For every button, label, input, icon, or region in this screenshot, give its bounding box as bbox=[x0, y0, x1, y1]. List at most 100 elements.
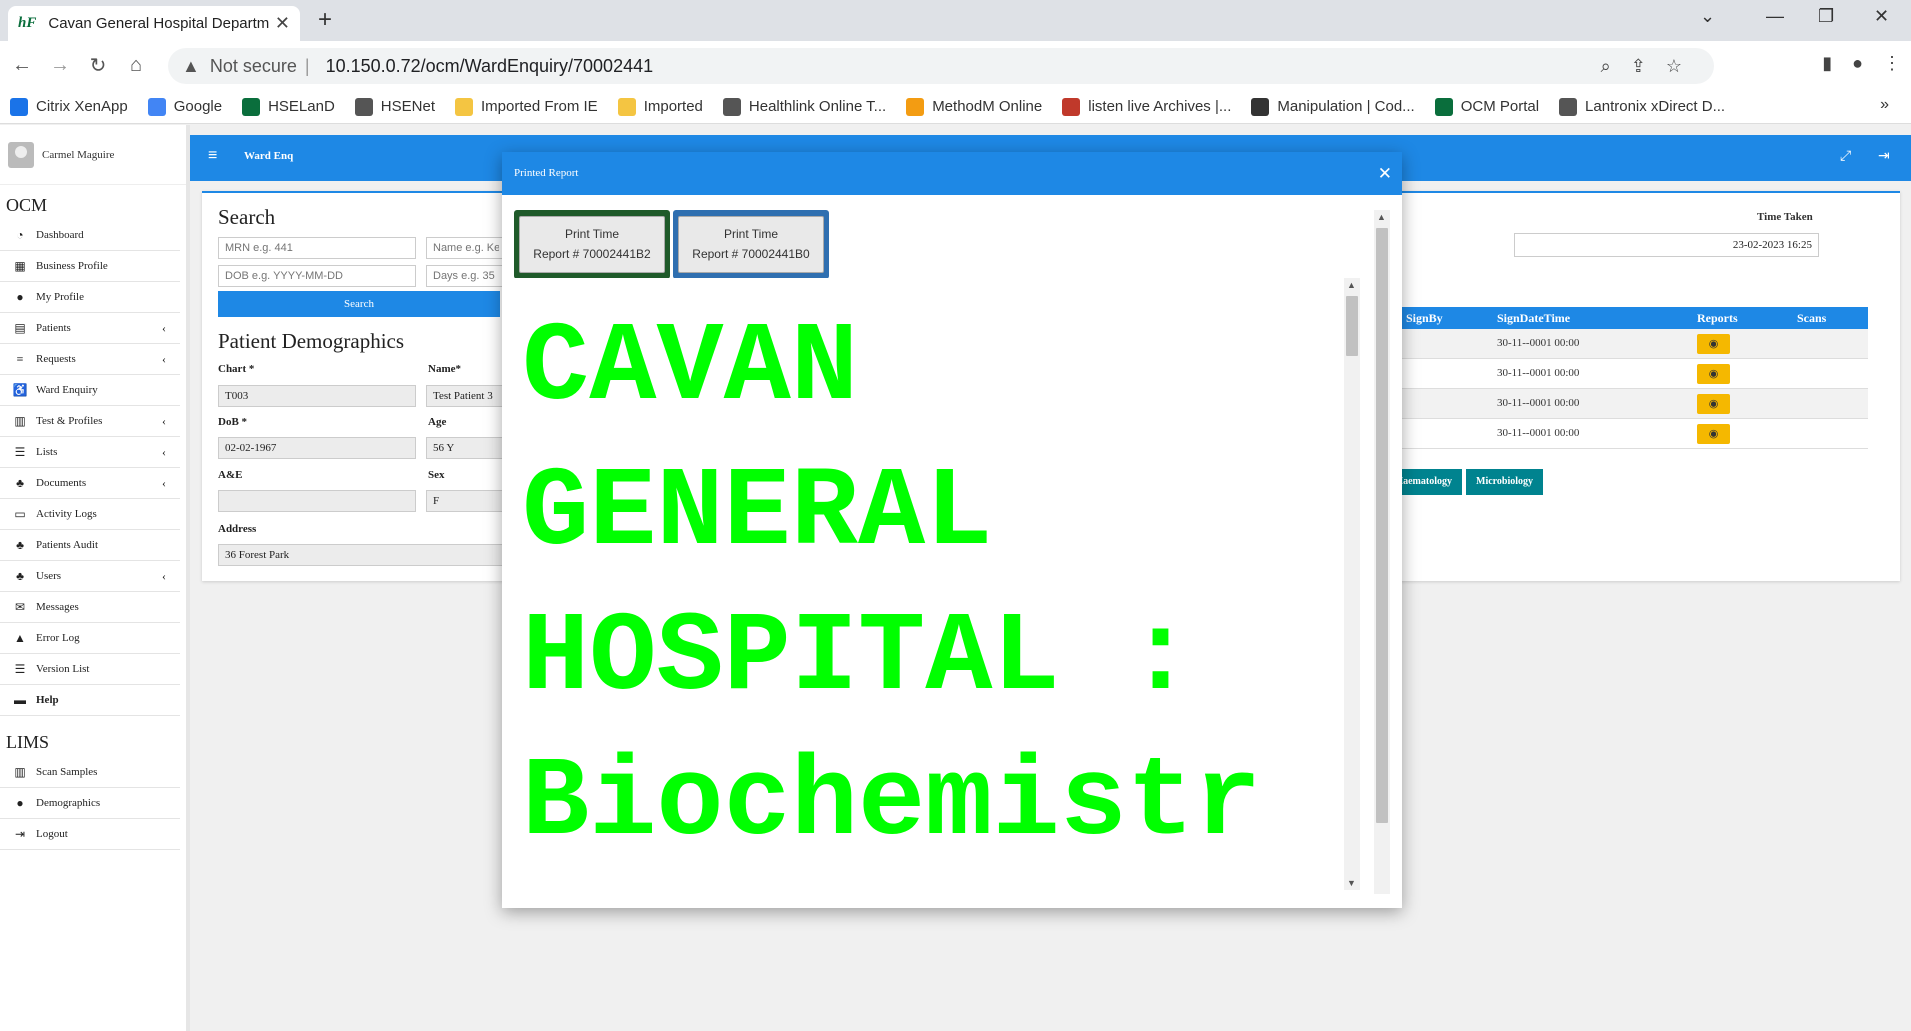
reload-icon[interactable]: ↻ bbox=[82, 53, 114, 78]
bookmark-star-icon[interactable]: ☆ bbox=[1666, 56, 1682, 77]
sidebar-item-messages[interactable]: ✉ Messages bbox=[0, 592, 180, 623]
bookmark-item[interactable]: Healthlink Online T... bbox=[722, 97, 886, 116]
forward-icon[interactable]: → bbox=[44, 54, 76, 77]
signout-icon[interactable]: ⇥ bbox=[1878, 147, 1890, 164]
bookmark-item[interactable]: listen live Archives |... bbox=[1062, 97, 1231, 116]
page-title: Ward Enq bbox=[244, 150, 294, 162]
time-taken-field[interactable]: 23-02-2023 16:25 bbox=[1514, 233, 1819, 257]
view-report-eye-icon[interactable]: ◉ bbox=[1697, 394, 1730, 414]
col-scans: Scans bbox=[1797, 311, 1827, 325]
sidebar-item-patients[interactable]: ▤ Patients ‹ bbox=[0, 313, 180, 344]
bookmark-item[interactable]: Manipulation | Cod... bbox=[1251, 97, 1415, 116]
bookmark-item[interactable]: HSENet bbox=[354, 97, 435, 116]
days-input[interactable] bbox=[426, 265, 506, 287]
bookmark-item[interactable]: HSELanD bbox=[242, 97, 335, 116]
menu-icon[interactable]: ⋮ bbox=[1883, 53, 1901, 74]
view-report-eye-icon[interactable]: ◉ bbox=[1697, 334, 1730, 354]
sidebar-item-requests[interactable]: ≡ Requests ‹ bbox=[0, 344, 180, 375]
profile-icon[interactable]: ● bbox=[1852, 53, 1863, 74]
search-button[interactable]: Search bbox=[218, 291, 500, 317]
view-report-eye-icon[interactable]: ◉ bbox=[1697, 424, 1730, 444]
name-search-input[interactable] bbox=[426, 237, 506, 259]
sidebar-item-business-profile[interactable]: ▦ Business Profile bbox=[0, 251, 180, 282]
tab-microbiology[interactable]: Microbiology bbox=[1466, 469, 1544, 495]
more-bookmarks-icon[interactable]: » bbox=[1880, 96, 1889, 114]
scroll-down-icon[interactable]: ▼ bbox=[1347, 878, 1356, 888]
modal-title: Printed Report bbox=[514, 167, 579, 179]
address-bar[interactable]: ▲ Not secure | 10.150.0.72/ocm/WardEnqui… bbox=[168, 48, 1714, 84]
hamburger-icon[interactable]: ≡ bbox=[208, 147, 217, 165]
sidebar-item-label: Activity Logs bbox=[36, 508, 97, 520]
sidebar-item-help[interactable]: ▬ Help bbox=[0, 685, 180, 716]
bookmark-item[interactable]: Citrix XenApp bbox=[10, 97, 128, 116]
sign-datetime: 30-11--0001 00:00 bbox=[1497, 337, 1580, 349]
dob-label: DoB * bbox=[218, 416, 248, 428]
chart-field[interactable]: T003 bbox=[218, 385, 416, 407]
close-window-icon[interactable]: ✕ bbox=[1874, 6, 1889, 27]
sidebar-item-error-log[interactable]: ▲ Error Log bbox=[0, 623, 180, 654]
report-scrollbar[interactable]: ▲ ▼ bbox=[1344, 278, 1360, 890]
table-row[interactable]: 30-11--0001 00:00 ◉ bbox=[1402, 389, 1868, 419]
scroll-up-icon[interactable]: ▲ bbox=[1377, 212, 1386, 222]
sidebar-item-my-profile[interactable]: ● My Profile bbox=[0, 282, 180, 313]
scroll-up-icon[interactable]: ▲ bbox=[1347, 280, 1356, 290]
dob-field[interactable]: 02-02-1967 bbox=[218, 437, 416, 459]
logout-icon: ⇥ bbox=[14, 826, 26, 841]
sidebar-item-logout[interactable]: ⇥ Logout bbox=[0, 819, 180, 850]
restore-icon[interactable]: ❐ bbox=[1818, 6, 1834, 27]
sidebar-item-documents[interactable]: ♣ Documents ‹ bbox=[0, 468, 180, 499]
mrn-input[interactable] bbox=[218, 237, 416, 259]
view-report-eye-icon[interactable]: ◉ bbox=[1697, 364, 1730, 384]
bookmark-label: Manipulation | Cod... bbox=[1277, 98, 1415, 115]
browser-tab[interactable]: hF Cavan General Hospital Departm ✕ bbox=[8, 6, 300, 41]
tab-search-icon[interactable]: ⌄ bbox=[1700, 6, 1715, 27]
back-icon[interactable]: ← bbox=[6, 54, 38, 77]
side-panel-icon[interactable]: ▮ bbox=[1822, 53, 1832, 74]
sidebar-item-scan-samples[interactable]: ▥ Scan Samples bbox=[0, 757, 180, 788]
sidebar-item-patients-audit[interactable]: ♣ Patients Audit bbox=[0, 530, 180, 561]
bookmark-item[interactable]: Imported bbox=[617, 97, 703, 116]
age-field[interactable]: 56 Y bbox=[426, 437, 506, 459]
report-b0-button[interactable]: Print Time Report # 70002441B0 bbox=[673, 210, 829, 279]
sidebar-item-label: Patients Audit bbox=[36, 539, 99, 551]
name-field[interactable]: Test Patient 3 bbox=[426, 385, 506, 407]
scroll-thumb[interactable] bbox=[1376, 228, 1388, 823]
chevron-left-icon: ‹ bbox=[162, 321, 166, 335]
sidebar-item-demographics[interactable]: ● Demographics bbox=[0, 788, 180, 819]
bookmark-item[interactable]: OCM Portal bbox=[1434, 97, 1539, 116]
share-icon[interactable]: ⇪ bbox=[1631, 56, 1646, 77]
new-tab-icon[interactable]: + bbox=[318, 6, 332, 34]
chevron-left-icon: ‹ bbox=[162, 476, 166, 490]
ae-field[interactable] bbox=[218, 490, 416, 512]
bookmark-item[interactable]: Google bbox=[147, 97, 222, 116]
zoom-icon[interactable]: ⌕ bbox=[1601, 56, 1611, 77]
sidebar-item-test-profiles[interactable]: ▥ Test & Profiles ‹ bbox=[0, 406, 180, 437]
minimize-icon[interactable]: — bbox=[1766, 6, 1784, 27]
wheelchair-icon: ♿ bbox=[12, 382, 28, 397]
sidebar-item-dashboard[interactable]: ◔ Dashboard bbox=[0, 220, 180, 251]
address-field[interactable]: 36 Forest Park bbox=[218, 544, 506, 566]
table-row[interactable]: 30-11--0001 00:00 ◉ bbox=[1402, 359, 1868, 389]
scroll-thumb[interactable] bbox=[1346, 296, 1358, 356]
sidebar-item-label: Requests bbox=[36, 353, 76, 365]
home-icon[interactable]: ⌂ bbox=[120, 54, 152, 77]
sidebar-item-ward-enquiry[interactable]: ♿ Ward Enquiry bbox=[0, 375, 180, 406]
dob-search-input[interactable] bbox=[218, 265, 416, 287]
modal-scrollbar[interactable]: ▲ bbox=[1374, 210, 1390, 894]
sidebar-item-version-list[interactable]: ☰ Version List bbox=[0, 654, 180, 685]
sex-field[interactable]: F bbox=[426, 490, 506, 512]
bookmark-item[interactable]: MethodM Online bbox=[906, 97, 1042, 116]
table-row[interactable]: 30-11--0001 00:00 ◉ bbox=[1402, 329, 1868, 359]
sidebar-item-lists[interactable]: ☰ Lists ‹ bbox=[0, 437, 180, 468]
table-row[interactable]: 30-11--0001 00:00 ◉ bbox=[1402, 419, 1868, 449]
building-icon: ▦ bbox=[14, 258, 26, 273]
close-tab-icon[interactable]: ✕ bbox=[275, 13, 290, 34]
report-b2-button[interactable]: Print Time Report # 70002441B2 bbox=[514, 210, 670, 279]
sidebar-item-activity-logs[interactable]: ▭ Activity Logs bbox=[0, 499, 180, 530]
fullscreen-icon[interactable]: ⤢ bbox=[1840, 147, 1851, 164]
sidebar-item-users[interactable]: ♣ Users ‹ bbox=[0, 561, 180, 592]
bookmark-item[interactable]: Lantronix xDirect D... bbox=[1559, 97, 1725, 116]
bookmark-item[interactable]: Imported From IE bbox=[454, 97, 598, 116]
close-icon[interactable]: ✕ bbox=[1378, 164, 1392, 184]
user-panel[interactable]: Carmel Maguire bbox=[0, 125, 186, 185]
